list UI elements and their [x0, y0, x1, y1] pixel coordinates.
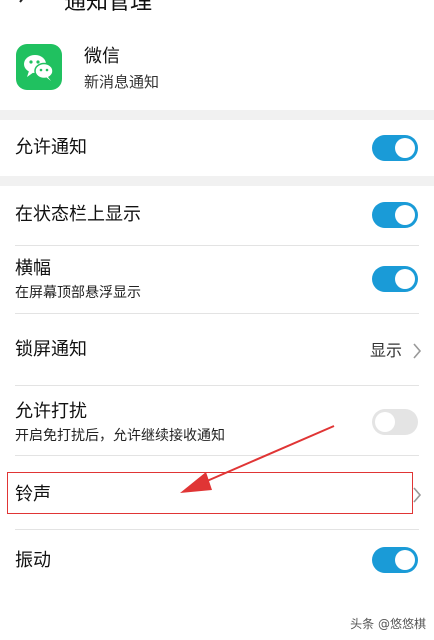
- status-bar-toggle[interactable]: [372, 202, 418, 228]
- watermark: 头条 @悠悠棋: [350, 617, 426, 631]
- page-title: 通知管理: [64, 0, 153, 15]
- vibrate-toggle[interactable]: [372, 547, 418, 573]
- row-sublabel: 开启免打扰后，允许继续接收通知: [15, 428, 225, 444]
- toggle-knob: [395, 205, 415, 225]
- chevron-right-icon: [413, 487, 422, 503]
- chevron-right-icon: [413, 343, 422, 359]
- allow-disturb-toggle[interactable]: [372, 409, 418, 435]
- row-lock-screen[interactable]: 锁屏通知 显示: [0, 314, 434, 386]
- row-label: 允许通知: [15, 137, 87, 158]
- lock-screen-value: 显示: [369, 341, 402, 360]
- toggle-knob: [395, 269, 415, 289]
- wechat-icon: [16, 44, 62, 90]
- app-name: 微信: [84, 46, 120, 67]
- ringtone-highlight-box: [7, 472, 413, 514]
- toggle-knob: [395, 138, 415, 158]
- app-subtitle: 新消息通知: [84, 73, 160, 91]
- section-gap: [0, 110, 434, 120]
- top-bar: 通知管理: [0, 0, 434, 18]
- back-arrow-icon[interactable]: [14, 0, 36, 12]
- row-allow-disturb[interactable]: 允许打扰 开启免打扰后，允许继续接收通知: [0, 386, 434, 456]
- row-label: 锁屏通知: [15, 339, 87, 360]
- allow-notifications-toggle[interactable]: [372, 135, 418, 161]
- row-label: 横幅: [15, 258, 51, 279]
- row-allow-notifications[interactable]: 允许通知: [0, 120, 434, 176]
- row-label: 振动: [15, 550, 51, 571]
- row-label: 允许打扰: [15, 401, 87, 422]
- row-vibrate[interactable]: 振动: [0, 530, 434, 592]
- banner-toggle[interactable]: [372, 266, 418, 292]
- row-banner[interactable]: 横幅 在屏幕顶部悬浮显示: [0, 246, 434, 314]
- toggle-knob: [395, 550, 415, 570]
- row-status-bar[interactable]: 在状态栏上显示: [0, 186, 434, 246]
- row-label: 在状态栏上显示: [15, 204, 141, 225]
- toggle-knob: [375, 412, 395, 432]
- app-info-card: 微信 新消息通知: [0, 18, 434, 110]
- row-sublabel: 在屏幕顶部悬浮显示: [15, 285, 141, 301]
- section-gap: [0, 176, 434, 186]
